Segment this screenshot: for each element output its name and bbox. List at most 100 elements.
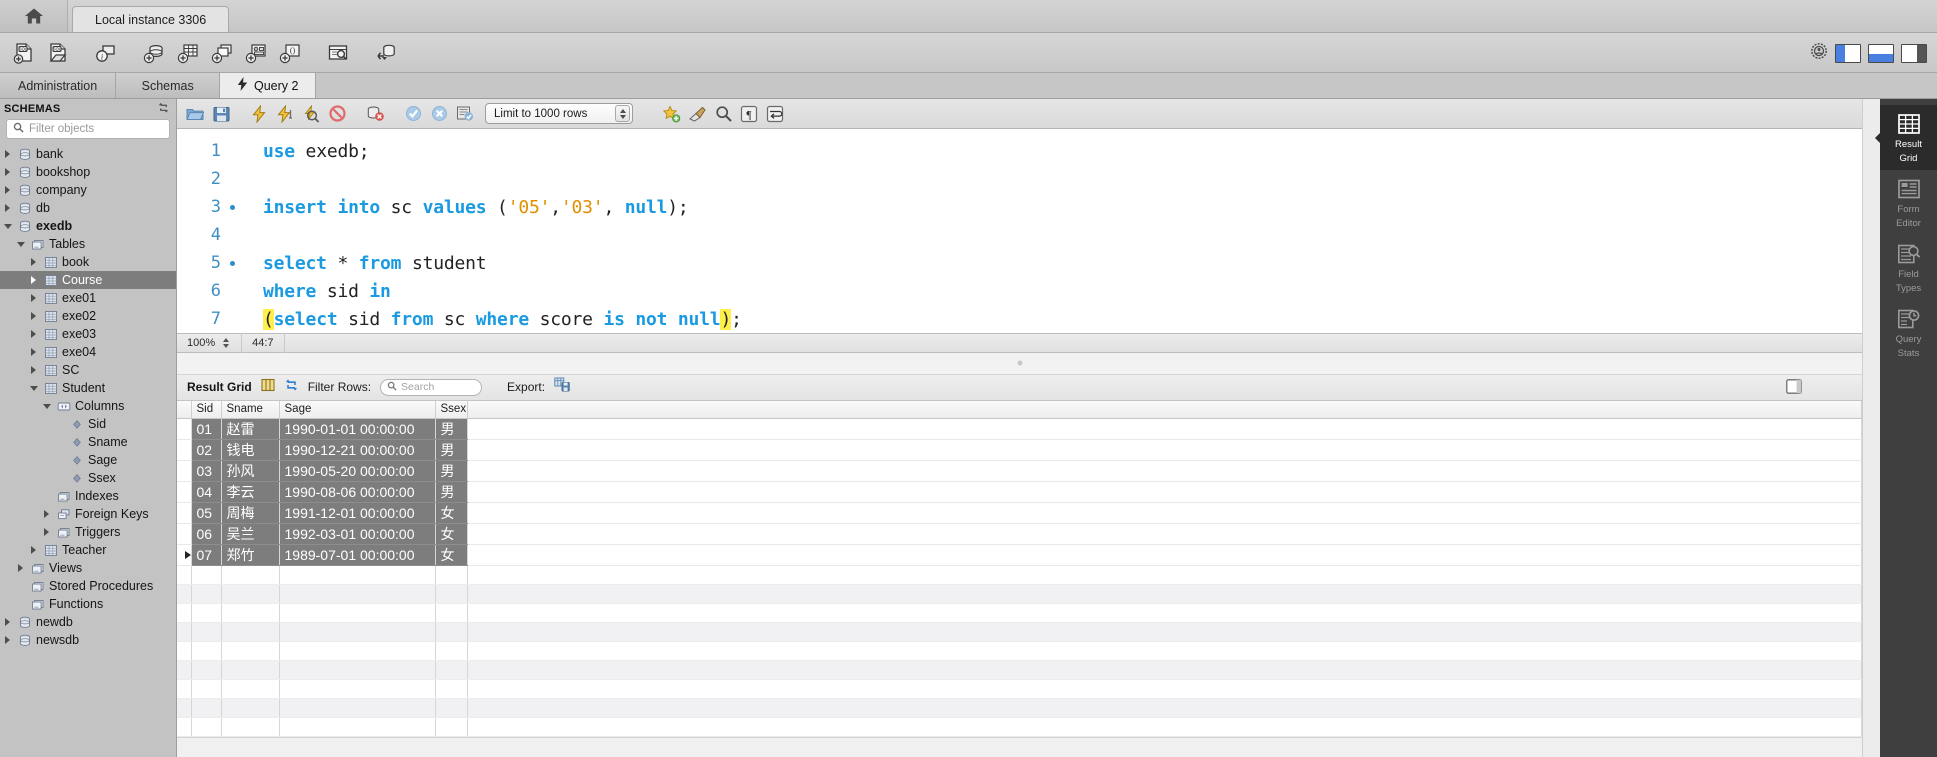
cell-sage[interactable]: 1992-03-01 00:00:00: [279, 523, 436, 545]
sidebar-item-student[interactable]: Student: [0, 379, 176, 397]
row-limit-stepper[interactable]: [615, 105, 630, 122]
sidebar-item-exedb[interactable]: exedb: [0, 217, 176, 235]
new-function-icon[interactable]: (): [274, 37, 306, 69]
code-line[interactable]: 2: [177, 165, 1862, 193]
cell-ssex[interactable]: 女: [435, 523, 468, 545]
toggle-wrapping-icon[interactable]: [763, 102, 787, 126]
refresh-icon[interactable]: [157, 102, 170, 117]
chevron-right-icon[interactable]: [2, 204, 13, 212]
code-line[interactable]: 5 select * from student: [177, 249, 1862, 277]
open-sql-script-icon[interactable]: SQL: [42, 37, 74, 69]
table-row[interactable]: 03 孙风 1990-05-20 00:00:00 男: [177, 460, 1862, 482]
settings-gear-icon[interactable]: [1810, 42, 1828, 65]
filter-rows-input[interactable]: Search: [380, 378, 483, 396]
sidebar-item-teacher[interactable]: Teacher: [0, 541, 176, 559]
instance-tab[interactable]: Local instance 3306: [72, 6, 230, 32]
sidebar-item-sc[interactable]: SC: [0, 361, 176, 379]
open-script-icon[interactable]: [183, 102, 207, 126]
new-procedure-icon[interactable]: [240, 37, 272, 69]
tab-administration[interactable]: Administration: [0, 73, 117, 98]
cell-sage[interactable]: 1990-01-01 00:00:00: [279, 418, 436, 440]
vtab-query-stats[interactable]: Query Stats: [1880, 300, 1937, 365]
sidebar-item-triggers[interactable]: Triggers: [0, 523, 176, 541]
rollback-icon[interactable]: [427, 102, 451, 126]
chevron-right-icon[interactable]: [28, 348, 39, 356]
chevron-right-icon[interactable]: [2, 150, 13, 158]
sidebar-item-views[interactable]: Views: [0, 559, 176, 577]
cell-sname[interactable]: 吴兰: [221, 523, 280, 545]
inspect-table-icon[interactable]: [322, 37, 354, 69]
chevron-right-icon[interactable]: [15, 564, 26, 572]
chevron-right-icon[interactable]: [28, 294, 39, 302]
sidebar-item-newdb[interactable]: newdb: [0, 613, 176, 631]
chevron-right-icon[interactable]: [28, 330, 39, 338]
new-sql-tab-icon[interactable]: SQL: [8, 37, 40, 69]
table-row[interactable]: 05 周梅 1991-12-01 00:00:00 女: [177, 502, 1862, 524]
explain-query-icon[interactable]: [299, 102, 323, 126]
sidebar-item-tables[interactable]: Tables: [0, 235, 176, 253]
code-line[interactable]: 6 where sid in: [177, 277, 1862, 305]
code-line[interactable]: 3 insert into sc values ('05','03', null)…: [177, 193, 1862, 221]
cell-sid[interactable]: 02: [191, 439, 222, 461]
sidebar-item-sid[interactable]: Sid: [0, 415, 176, 433]
table-row[interactable]: 07 郑竹 1989-07-01 00:00:00 女: [177, 544, 1862, 566]
sidebar-item-bank[interactable]: bank: [0, 145, 176, 163]
toggle-right-panel-icon[interactable]: [1901, 43, 1927, 63]
right-side-collapse[interactable]: [1862, 99, 1880, 757]
results-grid-scroll[interactable]: Sid Sname Sage Ssex 01 赵雷 1990-01-01 00:00:00…: [177, 400, 1862, 737]
vtab-form-editor[interactable]: Form Editor: [1880, 170, 1937, 235]
cell-sname[interactable]: 李云: [221, 481, 280, 503]
chevron-down-icon[interactable]: [15, 241, 26, 247]
chevron-down-icon[interactable]: [28, 385, 39, 391]
server-status-icon[interactable]: i: [90, 37, 122, 69]
chevron-down-icon[interactable]: [2, 223, 13, 229]
result-view-tabs[interactable]: Result Grid Form Editor Field Types Query Stats: [1880, 99, 1937, 757]
sidebar-item-newsdb[interactable]: newsdb: [0, 631, 176, 649]
sidebar-item-sage[interactable]: Sage: [0, 451, 176, 469]
sidebar-item-ssex[interactable]: Ssex: [0, 469, 176, 487]
sidebar-item-exe04[interactable]: exe04: [0, 343, 176, 361]
column-header-sname[interactable]: Sname: [221, 400, 280, 419]
table-row[interactable]: 02 钱电 1990-12-21 00:00:00 男: [177, 439, 1862, 461]
chevron-right-icon[interactable]: [28, 276, 39, 284]
execute-current-statement-icon[interactable]: [273, 102, 297, 126]
cell-ssex[interactable]: 男: [435, 481, 468, 503]
sidebar-item-exe02[interactable]: exe02: [0, 307, 176, 325]
collapse-panel-icon[interactable]: [1786, 378, 1802, 399]
cell-sid[interactable]: 04: [191, 481, 222, 503]
vtab-result-grid[interactable]: Result Grid: [1880, 105, 1937, 170]
cell-ssex[interactable]: 男: [435, 439, 468, 461]
tab-schemas[interactable]: Schemas: [116, 73, 221, 98]
new-table-icon[interactable]: [172, 37, 204, 69]
toggle-stop-on-error-icon[interactable]: [363, 102, 387, 126]
chevron-right-icon[interactable]: [2, 636, 13, 644]
sidebar-item-book[interactable]: book: [0, 253, 176, 271]
schema-tree[interactable]: bank bookshop company db exedb Tables book Cour…: [0, 144, 176, 757]
toggle-invisible-chars-icon[interactable]: ¶: [737, 102, 761, 126]
tab-query-2[interactable]: Query 2: [220, 73, 317, 98]
sidebar-item-stored-procedures[interactable]: Stored Procedures: [0, 577, 176, 595]
export-recordset-icon[interactable]: [554, 377, 570, 397]
column-header-ssex[interactable]: Ssex: [435, 400, 468, 419]
sidebar-item-indexes[interactable]: Indexes: [0, 487, 176, 505]
chevron-right-icon[interactable]: [2, 186, 13, 194]
chevron-right-icon[interactable]: [2, 168, 13, 176]
filter-objects-input[interactable]: Filter objects: [6, 119, 170, 139]
cell-sage[interactable]: 1989-07-01 00:00:00: [279, 544, 436, 566]
chevron-right-icon[interactable]: [28, 258, 39, 266]
zoom-stepper[interactable]: [220, 336, 231, 350]
cell-sname[interactable]: 孙风: [221, 460, 280, 482]
code-line[interactable]: 7 (select sid from sc where score is not …: [177, 305, 1862, 333]
cell-sid[interactable]: 07: [191, 544, 222, 566]
sidebar-item-sname[interactable]: Sname: [0, 433, 176, 451]
find-icon[interactable]: [711, 102, 735, 126]
cell-sid[interactable]: 03: [191, 460, 222, 482]
sidebar-item-exe03[interactable]: exe03: [0, 325, 176, 343]
chevron-right-icon[interactable]: [28, 366, 39, 374]
cell-sid[interactable]: 06: [191, 523, 222, 545]
cell-sage[interactable]: 1990-05-20 00:00:00: [279, 460, 436, 482]
cell-sname[interactable]: 钱电: [221, 439, 280, 461]
chevron-right-icon[interactable]: [28, 312, 39, 320]
table-data-export-import-icon[interactable]: [370, 37, 402, 69]
row-limit-select[interactable]: Limit to 1000 rows: [485, 103, 633, 124]
